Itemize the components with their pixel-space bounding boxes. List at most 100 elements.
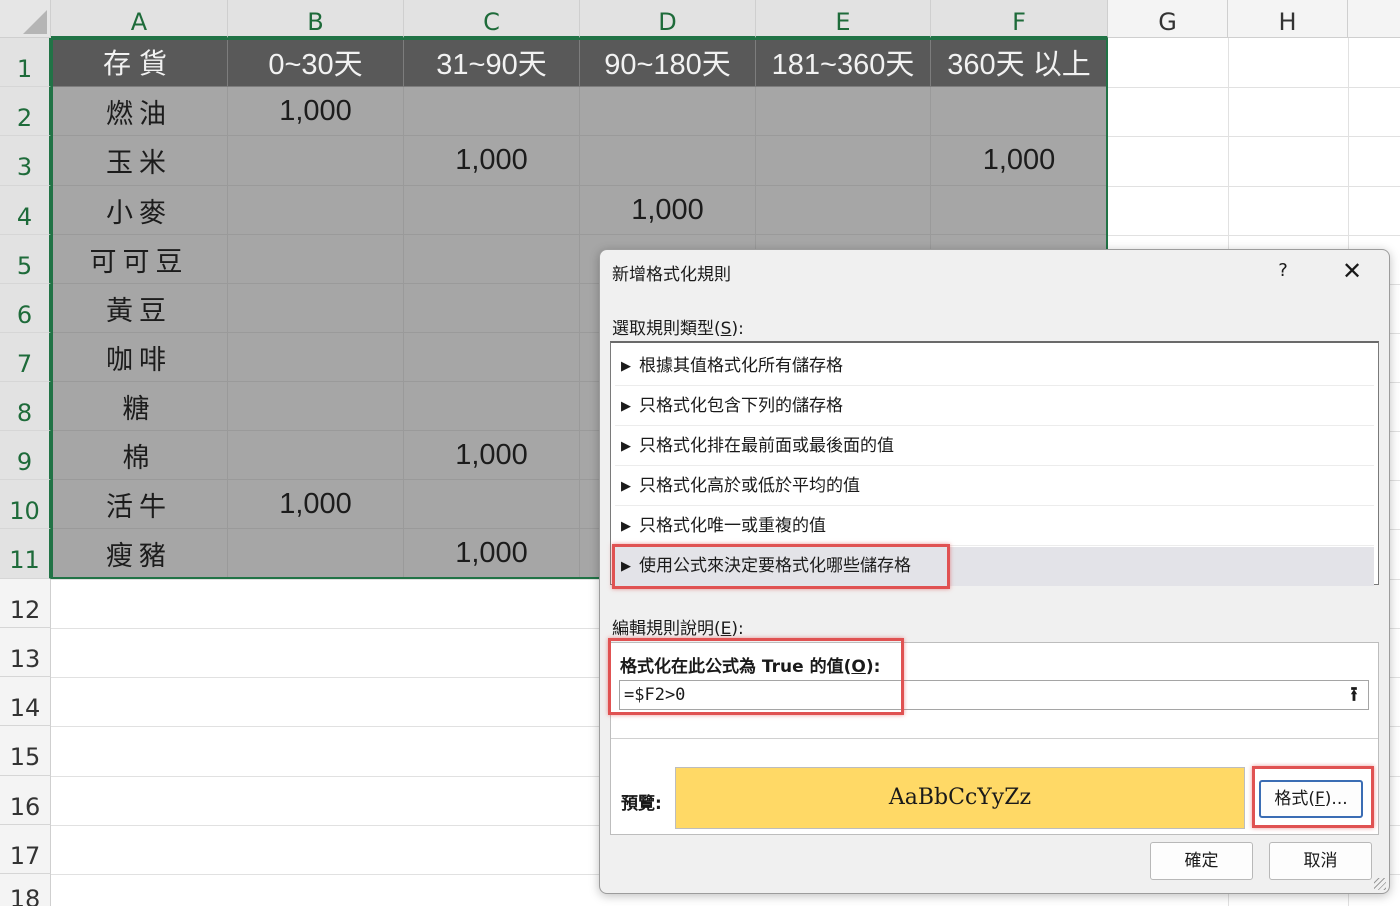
header-label: 181~360天: [771, 49, 915, 81]
cell-c1[interactable]: 31~90天: [404, 38, 580, 87]
cell-b10[interactable]: 1,000: [228, 480, 404, 529]
row-header-2[interactable]: 2: [0, 87, 51, 136]
column-header-b[interactable]: B: [228, 0, 404, 38]
cell-b2[interactable]: 1,000: [228, 87, 404, 136]
rule-type-item[interactable]: ▶ 只格式化排在最前面或最後面的值: [615, 427, 1374, 466]
row-header-13[interactable]: 13: [0, 628, 51, 677]
format-button[interactable]: 格式(F)...: [1259, 780, 1363, 818]
cell-f4[interactable]: [931, 186, 1108, 235]
cell-a8[interactable]: 糖: [51, 382, 228, 431]
cell-b4[interactable]: [228, 186, 404, 235]
column-header-c[interactable]: C: [404, 0, 580, 38]
cell-b8[interactable]: [228, 382, 404, 431]
cell-d1[interactable]: 90~180天: [580, 38, 756, 87]
new-formatting-rule-dialog[interactable]: 新增格式化規則 ? ✕ 選取規則類型(S): ▶ 根據其值格式化所有儲存格 ▶ 只格…: [599, 249, 1390, 894]
cell-a4[interactable]: 小麥: [51, 186, 228, 235]
row-header-18[interactable]: 18: [0, 874, 51, 906]
cell-a9[interactable]: 棉: [51, 431, 228, 480]
cell-b3[interactable]: [228, 136, 404, 186]
column-header-e[interactable]: E: [756, 0, 931, 38]
cell-f2[interactable]: [931, 87, 1108, 136]
cell-c10[interactable]: [404, 480, 580, 529]
edit-rule-label-suffix: ):: [731, 619, 744, 639]
cell-c5[interactable]: [404, 235, 580, 284]
cell-c8[interactable]: [404, 382, 580, 431]
cell-b9[interactable]: [228, 431, 404, 480]
row-header-16[interactable]: 16: [0, 776, 51, 825]
row-header-11[interactable]: 11: [0, 529, 51, 579]
rule-type-item[interactable]: ▶ 根據其值格式化所有儲存格: [615, 347, 1374, 386]
triangle-icon: ▶: [621, 559, 631, 574]
resize-grip-icon[interactable]: [1374, 878, 1386, 890]
collapse-dialog-icon[interactable]: ⭱: [1342, 683, 1366, 707]
cell-a2[interactable]: 燃油: [51, 87, 228, 136]
rule-type-text: 根據其值格式化所有儲存格: [639, 356, 843, 376]
formula-input[interactable]: =$F2>0 ⭱: [619, 680, 1369, 710]
cell-b6[interactable]: [228, 284, 404, 333]
rule-type-item[interactable]: ▶ 只格式化唯一或重複的值: [615, 507, 1374, 546]
row-header-15[interactable]: 15: [0, 726, 51, 776]
row-header-14[interactable]: 14: [0, 677, 51, 726]
cell-a6[interactable]: 黃豆: [51, 284, 228, 333]
row-header-5[interactable]: 5: [0, 235, 51, 284]
cell-f3[interactable]: 1,000: [931, 136, 1108, 186]
cell-a10[interactable]: 活牛: [51, 480, 228, 529]
column-header-a[interactable]: A: [51, 0, 228, 38]
row-header-8[interactable]: 8: [0, 382, 51, 431]
rule-type-text: 只格式化排在最前面或最後面的值: [639, 436, 894, 456]
column-header-partial[interactable]: [1348, 0, 1400, 38]
cell-c2[interactable]: [404, 87, 580, 136]
column-header-g[interactable]: G: [1108, 0, 1228, 38]
rule-type-list[interactable]: ▶ 根據其值格式化所有儲存格 ▶ 只格式化包含下列的儲存格 ▶ 只格式化排在最前面或最…: [610, 341, 1379, 586]
rule-type-text: 只格式化高於或低於平均的值: [639, 476, 860, 496]
cell-e4[interactable]: [756, 186, 931, 235]
edit-rule-label-text: 編輯規則說明(: [612, 619, 721, 639]
formula-value: =$F2>0: [624, 685, 686, 705]
row-header-9[interactable]: 9: [0, 431, 51, 480]
format-button-text: 格式(: [1274, 789, 1315, 809]
row-header-17[interactable]: 17: [0, 825, 51, 874]
cell-c3[interactable]: 1,000: [404, 136, 580, 186]
row-header-12[interactable]: 12: [0, 579, 51, 628]
row-header-10[interactable]: 10: [0, 480, 51, 529]
ok-button[interactable]: 確定: [1150, 842, 1253, 880]
close-icon[interactable]: ✕: [1336, 256, 1368, 286]
cell-c11[interactable]: 1,000: [404, 529, 580, 579]
cell-b1[interactable]: 0~30天: [228, 38, 404, 87]
rule-type-item-selected[interactable]: ▶ 使用公式來決定要格式化哪些儲存格: [615, 547, 1374, 586]
cell-a11[interactable]: 瘦豬: [51, 529, 228, 579]
cell-c6[interactable]: [404, 284, 580, 333]
triangle-icon: ▶: [621, 519, 631, 534]
cell-d4[interactable]: 1,000: [580, 186, 756, 235]
cell-a7[interactable]: 咖啡: [51, 333, 228, 382]
cell-c4[interactable]: [404, 186, 580, 235]
cell-b5[interactable]: [228, 235, 404, 284]
cell-e1[interactable]: 181~360天: [756, 38, 931, 87]
preview-label: 預覽:: [621, 794, 662, 814]
cell-e2[interactable]: [756, 87, 931, 136]
row-header-4[interactable]: 4: [0, 186, 51, 235]
row-header-3[interactable]: 3: [0, 136, 51, 186]
cell-a1[interactable]: 存貨: [51, 38, 228, 87]
cell-f1[interactable]: 360天 以上: [931, 38, 1108, 87]
select-all-corner[interactable]: [0, 0, 51, 38]
cell-d2[interactable]: [580, 87, 756, 136]
row-header-1[interactable]: 1: [0, 38, 51, 87]
cell-a3[interactable]: 玉米: [51, 136, 228, 186]
cell-e3[interactable]: [756, 136, 931, 186]
column-header-h[interactable]: H: [1228, 0, 1348, 38]
rule-type-item[interactable]: ▶ 只格式化高於或低於平均的值: [615, 467, 1374, 506]
rule-type-item[interactable]: ▶ 只格式化包含下列的儲存格: [615, 387, 1374, 426]
cell-d3[interactable]: [580, 136, 756, 186]
row-header-6[interactable]: 6: [0, 284, 51, 333]
column-header-d[interactable]: D: [580, 0, 756, 38]
row-header-7[interactable]: 7: [0, 333, 51, 382]
cell-c9[interactable]: 1,000: [404, 431, 580, 480]
cell-b11[interactable]: [228, 529, 404, 579]
cancel-button[interactable]: 取消: [1269, 842, 1372, 880]
help-button[interactable]: ?: [1268, 256, 1298, 286]
cell-a5[interactable]: 可可豆: [51, 235, 228, 284]
cell-c7[interactable]: [404, 333, 580, 382]
column-header-f[interactable]: F: [931, 0, 1108, 38]
cell-b7[interactable]: [228, 333, 404, 382]
